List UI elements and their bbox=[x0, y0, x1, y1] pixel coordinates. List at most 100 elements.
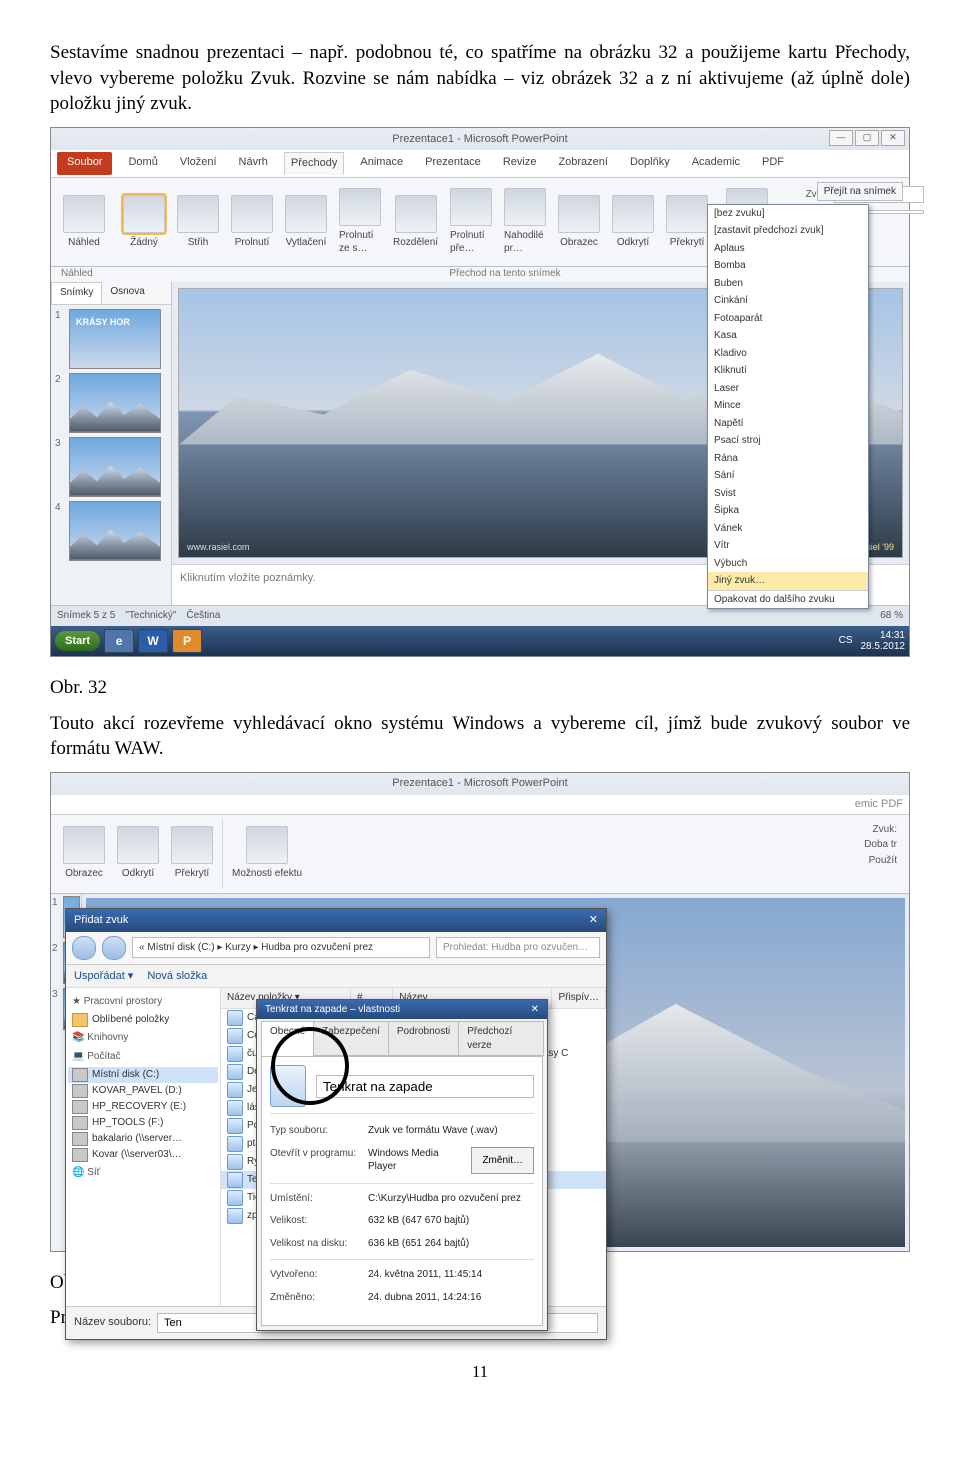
sound-opt[interactable]: Aplaus bbox=[708, 240, 868, 258]
slide-thumb-3[interactable]: 3 bbox=[55, 437, 167, 497]
tab-snimky[interactable]: Snímky bbox=[51, 282, 102, 304]
tree-node[interactable]: HP_TOOLS (F:) bbox=[68, 1115, 218, 1131]
tray-clock[interactable]: 14:31 28.5.2012 bbox=[861, 630, 906, 652]
taskbar-pp-icon[interactable]: P bbox=[172, 629, 202, 653]
tree-node-cdrive[interactable]: Místní disk (C:) bbox=[68, 1067, 218, 1083]
tab-doplnky[interactable]: Doplňky bbox=[624, 152, 676, 175]
taskbar-ie-icon[interactable]: e bbox=[104, 629, 134, 653]
tab-vlozeni[interactable]: Vložení bbox=[174, 152, 223, 175]
rib-odkryti-2[interactable]: Odkrytí bbox=[111, 819, 165, 889]
file-tab[interactable]: Soubor bbox=[57, 152, 112, 175]
slide-thumb-1[interactable]: 1KRÁSY HOR bbox=[55, 309, 167, 369]
sound-opt[interactable]: Napětí bbox=[708, 415, 868, 433]
sound-opt[interactable]: Buben bbox=[708, 275, 868, 293]
tab-domu[interactable]: Domů bbox=[122, 152, 163, 175]
rib-obrazec-2[interactable]: Obrazec bbox=[57, 819, 111, 889]
maximize-button[interactable]: ▢ bbox=[855, 130, 879, 146]
path-bar[interactable]: « Místní disk (C:) ▸ Kurzy ▸ Hudba pro o… bbox=[132, 937, 430, 959]
slide-thumb-2[interactable]: 2 bbox=[55, 373, 167, 433]
sound-opt[interactable]: Rána bbox=[708, 450, 868, 468]
fd-newfolder[interactable]: Nová složka bbox=[147, 969, 207, 984]
search-input[interactable]: Prohledat: Hudba pro ozvučen… bbox=[436, 937, 600, 959]
col-artist[interactable]: Přispív… bbox=[552, 988, 606, 1008]
rib-strih[interactable]: Střih bbox=[171, 182, 225, 262]
rib-moznosti-2[interactable]: Možnosti efektu bbox=[226, 819, 308, 889]
tray-date: 28.5.2012 bbox=[861, 641, 906, 652]
rib-zadny[interactable]: Žádný bbox=[117, 182, 171, 262]
slide-tabs: Snímky Osnova bbox=[51, 282, 171, 305]
sound-opt[interactable]: Kliknutí bbox=[708, 362, 868, 380]
rib-prekryti-2[interactable]: Překrytí bbox=[165, 819, 219, 889]
tab-osnova[interactable]: Osnova bbox=[102, 282, 152, 304]
sound-opt[interactable]: Psací stroj bbox=[708, 432, 868, 450]
tab-pdf[interactable]: PDF bbox=[756, 152, 790, 175]
rib-label: Rozdělení bbox=[393, 236, 438, 250]
close-button[interactable]: ✕ bbox=[881, 130, 905, 146]
tree-node[interactable]: Oblíbené položky bbox=[68, 1012, 218, 1028]
audio-file-icon bbox=[227, 1118, 243, 1134]
rib-prolnuti-p[interactable]: Prolnutí pře… bbox=[444, 182, 498, 262]
tab-zobrazeni[interactable]: Zobrazení bbox=[552, 152, 614, 175]
tab-navrh[interactable]: Návrh bbox=[233, 152, 274, 175]
status-zoom[interactable]: 68 % bbox=[880, 609, 903, 623]
sound-opt[interactable]: Fotoaparát bbox=[708, 310, 868, 328]
tab-prezentace[interactable]: Prezentace bbox=[419, 152, 487, 175]
sound-opt[interactable]: Mince bbox=[708, 397, 868, 415]
tree-node[interactable]: bakalario (\\server… bbox=[68, 1131, 218, 1147]
sound-opt[interactable]: Kladivo bbox=[708, 345, 868, 363]
sound-repeat[interactable]: Opakovat do dalšího zvuku bbox=[708, 590, 868, 609]
sound-opt[interactable]: Vánek bbox=[708, 520, 868, 538]
rib-nahled[interactable]: Náhled bbox=[57, 182, 111, 262]
tab-animace[interactable]: Animace bbox=[354, 152, 409, 175]
sound-opt[interactable]: [zastavit předchozí zvuk] bbox=[708, 222, 868, 240]
tree-node[interactable]: Kovar (\\server03\… bbox=[68, 1147, 218, 1163]
prop-tab-predchozi[interactable]: Předchozí verze bbox=[458, 1021, 544, 1056]
sound-opt[interactable]: Výbuch bbox=[708, 555, 868, 573]
fd-organize[interactable]: Uspořádat ▾ bbox=[74, 969, 133, 984]
prop-close-icon[interactable]: ✕ bbox=[531, 1003, 539, 1017]
screenshot-33: Prezentace1 - Microsoft PowerPoint emic … bbox=[50, 772, 910, 1252]
prop-filename-input[interactable] bbox=[316, 1075, 534, 1098]
rib-obrazec[interactable]: Obrazec bbox=[552, 182, 606, 262]
prop-key: Otevřít v programu: bbox=[270, 1147, 360, 1174]
sound-opt[interactable]: Sání bbox=[708, 467, 868, 485]
rib-prolnuti-s[interactable]: Prolnutí ze s… bbox=[333, 182, 387, 262]
rib-label: Prolnutí bbox=[235, 236, 269, 250]
sound-opt[interactable]: Svist bbox=[708, 485, 868, 503]
taskbar-word-icon[interactable]: W bbox=[138, 629, 168, 653]
tabs-partial: emic PDF bbox=[855, 797, 903, 812]
sound-opt[interactable]: Kasa bbox=[708, 327, 868, 345]
fd-close-icon[interactable]: ✕ bbox=[589, 913, 598, 928]
nav-back-icon[interactable] bbox=[72, 936, 96, 960]
tab-revize[interactable]: Revize bbox=[497, 152, 543, 175]
sound-opt[interactable]: Vítr bbox=[708, 537, 868, 555]
change-button[interactable]: Změnit… bbox=[471, 1147, 534, 1174]
prop-tab-obecne[interactable]: Obecné bbox=[261, 1021, 314, 1056]
status-lang: Čeština bbox=[186, 609, 220, 623]
rib-odkryti[interactable]: Odkrytí bbox=[606, 182, 660, 262]
rib-rozdel[interactable]: Rozdělení bbox=[387, 182, 444, 262]
tray-lang[interactable]: CS bbox=[839, 634, 853, 648]
rib-vytlaceni[interactable]: Vytlačení bbox=[279, 182, 333, 262]
minimize-button[interactable]: — bbox=[829, 130, 853, 146]
prejit-btn[interactable]: Přejít na snímek bbox=[817, 182, 903, 202]
tree-node[interactable]: HP_RECOVERY (E:) bbox=[68, 1099, 218, 1115]
prop-tab-podrob[interactable]: Podrobnosti bbox=[388, 1021, 459, 1056]
prop-tab-zabez[interactable]: Zabezpečení bbox=[313, 1021, 389, 1056]
tab-academic[interactable]: Academic bbox=[686, 152, 746, 175]
rib-prolnuti[interactable]: Prolnutí bbox=[225, 182, 279, 262]
sound-opt-jinyzvuk[interactable]: Jiný zvuk… bbox=[708, 572, 868, 590]
tab-prechody[interactable]: Přechody bbox=[284, 152, 344, 175]
sound-opt[interactable]: Cinkání bbox=[708, 292, 868, 310]
slide-thumb-4[interactable]: 4 bbox=[55, 501, 167, 561]
sound-opt[interactable]: Šipka bbox=[708, 502, 868, 520]
sound-opt[interactable]: Bomba bbox=[708, 257, 868, 275]
rib-prekryti[interactable]: Překrytí bbox=[660, 182, 714, 262]
start-button[interactable]: Start bbox=[55, 631, 100, 652]
rib-nahodile[interactable]: Nahodilé pr… bbox=[498, 182, 552, 262]
sound-opt[interactable]: [bez zvuku] bbox=[708, 205, 868, 223]
audio-file-icon bbox=[227, 1190, 243, 1206]
nav-fwd-icon[interactable] bbox=[102, 936, 126, 960]
sound-opt[interactable]: Laser bbox=[708, 380, 868, 398]
tree-node[interactable]: KOVAR_PAVEL (D:) bbox=[68, 1083, 218, 1099]
